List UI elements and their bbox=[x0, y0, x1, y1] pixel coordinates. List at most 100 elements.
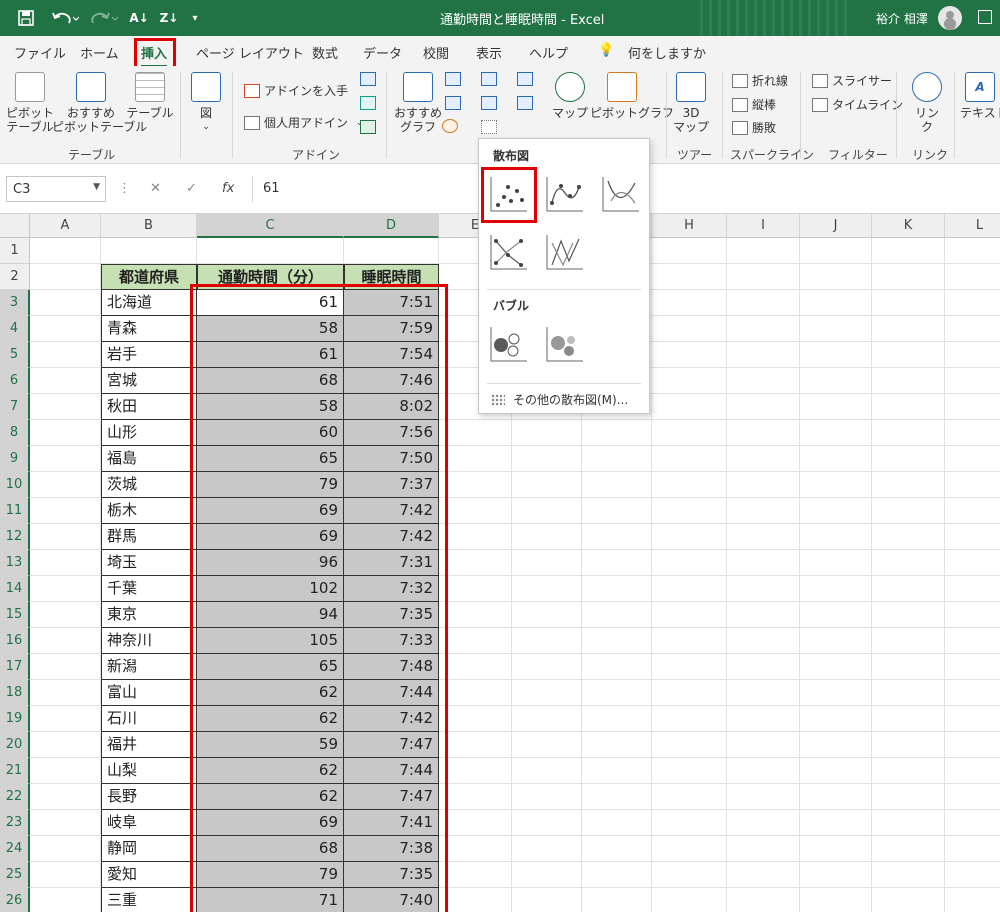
row-header-24[interactable]: 24 bbox=[0, 836, 30, 862]
row-header-1[interactable]: 1 bbox=[0, 238, 30, 264]
scatter-icon[interactable] bbox=[487, 173, 529, 215]
commute-time-cell[interactable]: 59 bbox=[197, 732, 344, 758]
commute-time-cell[interactable]: 62 bbox=[197, 680, 344, 706]
prefecture-cell[interactable]: 三重 bbox=[101, 888, 197, 912]
prefecture-cell[interactable]: 岩手 bbox=[101, 342, 197, 368]
column-header-d[interactable]: D bbox=[344, 214, 439, 238]
tab-home[interactable]: ホーム bbox=[80, 43, 119, 62]
prefecture-cell[interactable]: 長野 bbox=[101, 784, 197, 810]
sleep-time-cell[interactable]: 7:40 bbox=[344, 888, 439, 912]
commute-time-cell[interactable]: 58 bbox=[197, 316, 344, 342]
column-chart-icon[interactable] bbox=[445, 72, 461, 86]
illustrations-button[interactable]: 図 ⌄ bbox=[188, 72, 224, 134]
scatter-straight-lines-icon[interactable] bbox=[543, 231, 585, 273]
sparkline-line-button[interactable]: 折れ線 bbox=[732, 72, 788, 89]
3d-bubble-icon[interactable] bbox=[543, 323, 585, 365]
header-commute-time[interactable]: 通勤時間（分） bbox=[197, 264, 344, 290]
commute-time-cell[interactable]: 65 bbox=[197, 654, 344, 680]
commute-time-cell[interactable]: 62 bbox=[197, 784, 344, 810]
sleep-time-cell[interactable]: 7:47 bbox=[344, 732, 439, 758]
row-header-25[interactable]: 25 bbox=[0, 862, 30, 888]
recommended-charts-button[interactable]: おすすめ グラフ bbox=[394, 72, 442, 134]
sleep-time-cell[interactable]: 7:31 bbox=[344, 550, 439, 576]
prefecture-cell[interactable]: 富山 bbox=[101, 680, 197, 706]
ribbon-display-options-icon[interactable] bbox=[978, 10, 992, 24]
row-header-22[interactable]: 22 bbox=[0, 784, 30, 810]
sort-ascending-icon[interactable]: A↓ bbox=[128, 6, 150, 30]
commute-time-cell[interactable]: 102 bbox=[197, 576, 344, 602]
bubble-icon[interactable] bbox=[487, 323, 529, 365]
commute-time-cell[interactable]: 68 bbox=[197, 368, 344, 394]
row-header-23[interactable]: 23 bbox=[0, 810, 30, 836]
scatter-smooth-lines-icon[interactable] bbox=[599, 173, 641, 215]
text-button[interactable]: A テキスト bbox=[960, 72, 1000, 120]
tab-insert[interactable]: 挿入 bbox=[141, 43, 168, 68]
chevron-down-icon[interactable]: ▼ bbox=[93, 182, 100, 192]
tab-page-layout[interactable]: ページ レイアウト bbox=[196, 43, 304, 62]
prefecture-cell[interactable]: 宮城 bbox=[101, 368, 197, 394]
sleep-time-cell[interactable]: 7:33 bbox=[344, 628, 439, 654]
redo-icon[interactable] bbox=[88, 6, 122, 30]
row-header-12[interactable]: 12 bbox=[0, 524, 30, 550]
save-icon[interactable] bbox=[14, 6, 38, 30]
maps-button[interactable]: マップ bbox=[552, 72, 588, 120]
insert-function-icon[interactable]: fx bbox=[222, 181, 234, 196]
timeline-button[interactable]: タイムライン bbox=[812, 96, 903, 113]
commute-time-cell[interactable]: 68 bbox=[197, 836, 344, 862]
row-header-11[interactable]: 11 bbox=[0, 498, 30, 524]
sleep-time-cell[interactable]: 7:50 bbox=[344, 446, 439, 472]
slicer-button[interactable]: スライサー bbox=[812, 72, 892, 89]
commute-time-cell[interactable]: 61 bbox=[197, 290, 344, 316]
commute-time-cell[interactable]: 94 bbox=[197, 602, 344, 628]
sleep-time-cell[interactable]: 7:42 bbox=[344, 498, 439, 524]
row-header-18[interactable]: 18 bbox=[0, 680, 30, 706]
row-header-2[interactable]: 2 bbox=[0, 264, 30, 290]
row-header-7[interactable]: 7 bbox=[0, 394, 30, 420]
column-header-c[interactable]: C bbox=[197, 214, 344, 238]
commute-time-cell[interactable]: 65 bbox=[197, 446, 344, 472]
customize-qat-icon[interactable]: ▾ bbox=[188, 6, 202, 30]
prefecture-cell[interactable]: 埼玉 bbox=[101, 550, 197, 576]
prefecture-cell[interactable]: 福井 bbox=[101, 732, 197, 758]
table-button[interactable]: テーブル bbox=[126, 72, 174, 120]
line-chart-icon[interactable] bbox=[445, 96, 461, 110]
prefecture-cell[interactable]: 栃木 bbox=[101, 498, 197, 524]
column-header-b[interactable]: B bbox=[101, 214, 197, 238]
name-box[interactable]: C3 ▼ bbox=[6, 176, 106, 202]
prefecture-cell[interactable]: 東京 bbox=[101, 602, 197, 628]
prefecture-cell[interactable]: 福島 bbox=[101, 446, 197, 472]
prefecture-cell[interactable]: 青森 bbox=[101, 316, 197, 342]
bing-maps-icon[interactable] bbox=[360, 96, 376, 110]
commute-time-cell[interactable]: 79 bbox=[197, 472, 344, 498]
waterfall-chart-icon[interactable] bbox=[517, 72, 533, 86]
commute-time-cell[interactable]: 60 bbox=[197, 420, 344, 446]
row-header-16[interactable]: 16 bbox=[0, 628, 30, 654]
tab-review[interactable]: 校閲 bbox=[423, 43, 449, 62]
tell-me-search[interactable]: 何をしますか bbox=[628, 43, 706, 62]
header-prefecture[interactable]: 都道府県 bbox=[101, 264, 197, 290]
row-header-8[interactable]: 8 bbox=[0, 420, 30, 446]
link-button[interactable]: リン ク bbox=[906, 72, 948, 134]
3d-map-button[interactable]: 3D マップ bbox=[670, 72, 712, 134]
pivot-table-button[interactable]: ピボット テーブル bbox=[6, 72, 54, 134]
prefecture-cell[interactable]: 岐阜 bbox=[101, 810, 197, 836]
sleep-time-cell[interactable]: 7:35 bbox=[344, 862, 439, 888]
commute-time-cell[interactable]: 58 bbox=[197, 394, 344, 420]
combo-chart-icon[interactable] bbox=[517, 96, 533, 110]
row-header-10[interactable]: 10 bbox=[0, 472, 30, 498]
tab-file[interactable]: ファイル bbox=[14, 43, 66, 62]
prefecture-cell[interactable]: 静岡 bbox=[101, 836, 197, 862]
pie-chart-icon[interactable] bbox=[442, 119, 458, 133]
commute-time-cell[interactable]: 69 bbox=[197, 524, 344, 550]
sleep-time-cell[interactable]: 7:48 bbox=[344, 654, 439, 680]
prefecture-cell[interactable]: 神奈川 bbox=[101, 628, 197, 654]
visio-icon[interactable] bbox=[360, 72, 376, 86]
select-all-corner[interactable] bbox=[0, 214, 30, 238]
sleep-time-cell[interactable]: 7:42 bbox=[344, 706, 439, 732]
sleep-time-cell[interactable]: 7:42 bbox=[344, 524, 439, 550]
sort-descending-icon[interactable]: Z↓ bbox=[158, 6, 180, 30]
column-header-j[interactable]: J bbox=[800, 214, 872, 238]
commute-time-cell[interactable]: 61 bbox=[197, 342, 344, 368]
commute-time-cell[interactable]: 62 bbox=[197, 706, 344, 732]
prefecture-cell[interactable]: 山梨 bbox=[101, 758, 197, 784]
